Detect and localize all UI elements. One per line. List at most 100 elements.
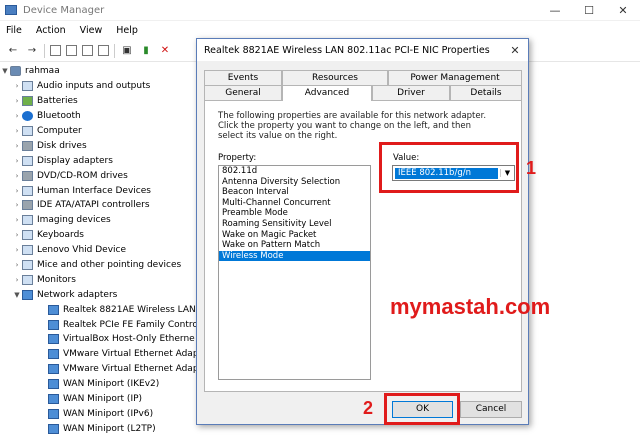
expand-arrow-icon[interactable]: ›	[12, 201, 22, 209]
menu-view[interactable]: View	[80, 25, 103, 36]
expand-arrow-icon[interactable]: ›	[12, 246, 22, 254]
back-arrow-icon[interactable]: ←	[6, 44, 20, 58]
expand-arrow-icon[interactable]: ›	[12, 187, 22, 195]
tree-category-label: Audio inputs and outputs	[37, 81, 151, 92]
device-category-icon	[22, 126, 33, 136]
expand-arrow-icon[interactable]: ›	[12, 82, 22, 90]
tab-strip: Events Resources Power Management Genera…	[204, 70, 522, 101]
network-adapter-label: WAN Miniport (IP)	[63, 394, 143, 405]
forward-arrow-icon[interactable]: →	[25, 44, 39, 58]
minimize-button[interactable]: —	[538, 0, 572, 21]
dialog-title-bar: Realtek 8821AE Wireless LAN 802.11ac PCI…	[197, 39, 528, 61]
property-list-item[interactable]: Preamble Mode	[219, 208, 370, 219]
property-label: Property:	[218, 153, 257, 163]
toolbar-separator	[114, 43, 115, 58]
expand-arrow-icon[interactable]: ›	[12, 127, 22, 135]
property-list-item[interactable]: Wireless Mode	[219, 250, 370, 262]
network-adapter-icon	[48, 304, 59, 315]
expand-arrow-icon[interactable]: ›	[12, 172, 22, 180]
uninstall-icon[interactable]: ✕	[158, 44, 172, 58]
tab-general[interactable]: General	[204, 85, 282, 100]
property-list-item[interactable]: Wake on Pattern Match	[219, 240, 370, 251]
network-adapter-label: WAN Miniport (IPv6)	[63, 408, 154, 419]
tab-driver[interactable]: Driver	[372, 85, 450, 100]
collapse-arrow-icon[interactable]: ▼	[0, 67, 10, 75]
close-button[interactable]: ✕	[606, 0, 640, 21]
tree-category-label: Computer	[37, 126, 82, 136]
network-adapter-icon	[48, 394, 59, 405]
expand-arrow-icon[interactable]: ›	[12, 142, 22, 150]
tab-details[interactable]: Details	[450, 85, 522, 100]
tree-category-label: IDE ATA/ATAPI controllers	[37, 200, 150, 211]
toolbar-separator	[44, 43, 45, 58]
tree-category-label: DVD/CD-ROM drives	[37, 170, 128, 181]
expand-arrow-icon[interactable]: ›	[12, 261, 22, 269]
tree-category-label: Human Interface Devices	[37, 185, 151, 196]
network-adapter-label: WAN Miniport (IKEv2)	[63, 379, 160, 390]
device-category-icon	[22, 215, 33, 226]
property-list-item[interactable]: Antenna Diversity Selection	[219, 177, 370, 188]
network-adapter-icon	[48, 349, 59, 360]
menu-file[interactable]: File	[6, 25, 22, 36]
device-manager-icon	[5, 5, 17, 15]
network-adapter-icon	[48, 364, 59, 375]
scan-hardware-icon[interactable]: ▣	[120, 44, 134, 58]
property-list-item[interactable]: Beacon Interval	[219, 187, 370, 198]
watermark-text: mymastah.com	[390, 294, 551, 319]
expand-arrow-icon[interactable]: ›	[12, 216, 22, 224]
highlight-box-ok	[384, 393, 460, 425]
tree-root-label: rahmaa	[25, 66, 60, 77]
description-text: The following properties are available f…	[218, 111, 487, 141]
expand-arrow-icon[interactable]: ›	[12, 157, 22, 165]
help-icon[interactable]	[82, 45, 93, 56]
menu-action[interactable]: Action	[36, 25, 66, 36]
device-category-icon	[22, 170, 33, 181]
tree-category-label: Batteries	[37, 96, 78, 107]
highlight-box-value	[379, 142, 519, 193]
tab-advanced[interactable]: Advanced	[282, 85, 372, 101]
network-adapter-label: Realtek PCIe FE Family Contro	[63, 319, 198, 330]
step-number-1: 1	[526, 158, 537, 178]
network-adapter-label: WAN Miniport (L2TP)	[63, 423, 156, 434]
device-category-icon	[22, 274, 33, 285]
property-list-item[interactable]: Wake on Magic Packet	[219, 230, 370, 241]
computer-root-icon	[10, 66, 21, 77]
device-category-icon	[22, 81, 33, 92]
title-bar: Device Manager — ☐ ✕	[0, 0, 640, 21]
device-category-icon	[22, 245, 33, 256]
tree-category-label: Lenovo Vhid Device	[37, 245, 127, 256]
property-list[interactable]: 802.11d Antenna Diversity Selection Beacon…	[218, 165, 371, 380]
tree-category-label: Imaging devices	[37, 215, 111, 226]
device-category-icon	[22, 96, 33, 107]
expand-arrow-icon[interactable]: ›	[12, 97, 22, 105]
expand-arrow-icon[interactable]: ›	[12, 231, 22, 239]
tab-events[interactable]: Events	[204, 70, 282, 85]
property-list-item[interactable]: Roaming Sensitivity Level	[219, 219, 370, 230]
dialog-title: Realtek 8821AE Wireless LAN 802.11ac PCI…	[204, 44, 490, 56]
device-category-icon	[22, 260, 33, 271]
expand-arrow-icon[interactable]: ›	[12, 276, 22, 284]
tab-resources[interactable]: Resources	[282, 70, 388, 85]
tree-category-label: Monitors	[37, 274, 76, 285]
window-title: Device Manager	[23, 4, 105, 16]
expand-arrow-icon[interactable]: ›	[12, 112, 22, 120]
tab-power-management[interactable]: Power Management	[388, 70, 522, 85]
add-driver-icon[interactable]: ▮	[139, 44, 153, 58]
property-list-item[interactable]: Multi-Channel Concurrent	[219, 198, 370, 209]
tree-category-label: Mice and other pointing devices	[37, 260, 182, 271]
update-driver-icon[interactable]	[66, 45, 77, 56]
properties-icon[interactable]	[50, 45, 61, 56]
tree-category-label: Keyboards	[37, 230, 84, 241]
collapse-arrow-icon[interactable]: ▼	[12, 291, 22, 299]
device-category-icon	[22, 155, 33, 166]
show-hidden-icon[interactable]	[98, 45, 109, 56]
maximize-button[interactable]: ☐	[572, 0, 606, 21]
device-category-icon	[22, 185, 33, 196]
tree-category-label: Network adapters	[37, 289, 118, 300]
tree-category-label: Display adapters	[37, 155, 113, 166]
cancel-button[interactable]: Cancel	[460, 401, 522, 418]
property-list-item[interactable]: 802.11d	[219, 166, 370, 177]
dialog-close-button[interactable]: ✕	[502, 44, 528, 57]
menu-help[interactable]: Help	[116, 25, 138, 36]
tree-category-label: Disk drives	[37, 140, 87, 151]
